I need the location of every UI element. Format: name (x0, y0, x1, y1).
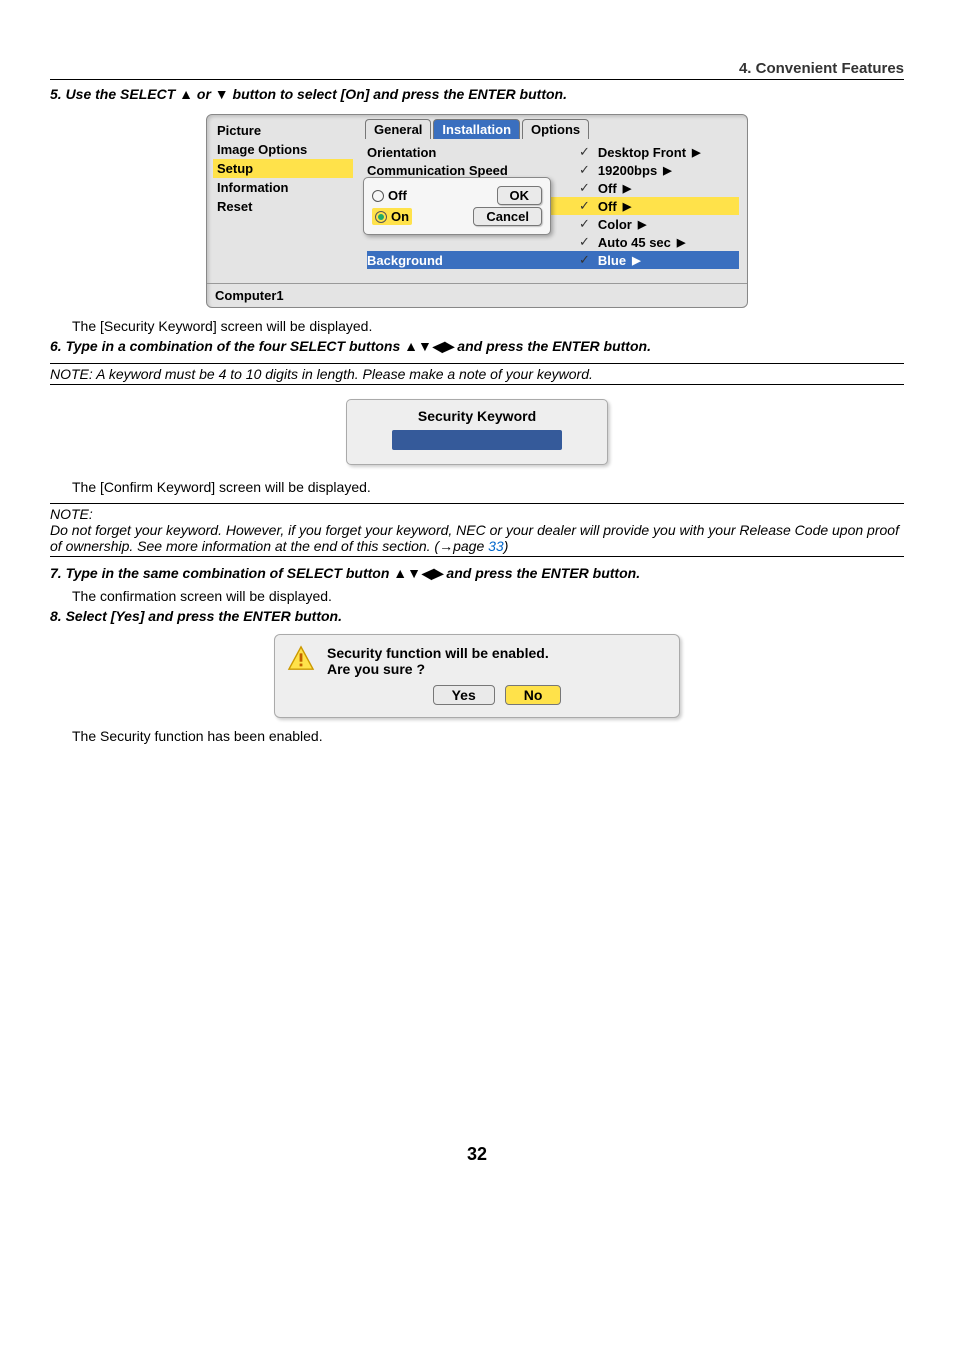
body-text: The Security function has been enabled. (72, 728, 904, 744)
confirm-dialog: Security function will be enabled. Are y… (274, 634, 680, 718)
note-label: NOTE: (50, 506, 93, 522)
on-off-dialog: Off OK On Cancel (363, 177, 551, 235)
chevron-right-icon: ▶ (623, 182, 631, 195)
chevron-right-icon: ▶ (638, 218, 646, 231)
note-text: ) (504, 538, 509, 554)
tab-options[interactable]: Options (522, 119, 589, 139)
row-key: Orientation (367, 145, 436, 160)
menu-row[interactable]: Auto 45 sec ▶ (367, 233, 739, 251)
page-number: 32 (50, 1144, 904, 1165)
confirm-line2: Are you sure ? (327, 661, 667, 677)
confirm-line1: Security function will be enabled. (327, 645, 667, 661)
row-value: Off (598, 181, 617, 196)
note-block: NOTE: Do not forget your keyword. Howeve… (50, 503, 904, 557)
chevron-right-icon: ▶ (663, 164, 671, 177)
page-link[interactable]: 33 (488, 538, 504, 554)
check-icon (579, 234, 592, 250)
body-text: The [Security Keyword] screen will be di… (72, 318, 904, 334)
row-value: Color (598, 217, 632, 232)
radio-on[interactable]: On (372, 208, 412, 225)
sidebar-item[interactable]: Information (213, 178, 353, 197)
radio-off[interactable]: Off (372, 188, 407, 203)
row-value: Desktop Front (598, 145, 686, 160)
sidebar-item[interactable]: Reset (213, 197, 353, 216)
cancel-button[interactable]: Cancel (473, 207, 542, 226)
step-6: 6. Type in a combination of the four SEL… (50, 338, 904, 355)
check-icon (579, 216, 592, 232)
check-icon (579, 252, 592, 268)
body-text: The [Confirm Keyword] screen will be dis… (72, 479, 904, 495)
chevron-right-icon: ▶ (623, 200, 631, 213)
keyword-field[interactable] (392, 430, 562, 450)
step-5: 5. Use the SELECT ▲ or ▼ button to selec… (50, 86, 904, 102)
menu-row[interactable]: Orientation Desktop Front ▶ (367, 143, 739, 161)
row-value: 19200bps (598, 163, 657, 178)
tab-installation[interactable]: Installation (433, 119, 520, 139)
no-button[interactable]: No (505, 685, 562, 705)
radio-icon (375, 211, 387, 223)
radio-icon (372, 190, 384, 202)
keyword-dialog: Security Keyword (346, 399, 608, 465)
sidebar-item-selected[interactable]: Setup (213, 159, 353, 178)
section-header: 4. Convenient Features (50, 60, 904, 80)
yes-button[interactable]: Yes (433, 685, 495, 705)
body-text: The confirmation screen will be displaye… (72, 588, 904, 604)
check-icon (579, 144, 592, 160)
step-7: 7. Type in the same combination of SELEC… (50, 565, 904, 582)
dialog-title: Security Keyword (357, 408, 597, 424)
tab-row: General Installation Options (359, 115, 747, 139)
tab-general[interactable]: General (365, 119, 431, 139)
menu-sidebar: Picture Image Options Setup Information … (207, 115, 359, 283)
radio-label: Off (388, 188, 407, 203)
row-key: Background (367, 253, 443, 268)
note-block: NOTE: A keyword must be 4 to 10 digits i… (50, 363, 904, 385)
chevron-right-icon: ▶ (677, 236, 685, 249)
sidebar-item[interactable]: Picture (213, 121, 353, 140)
note-text: Do not forget your keyword. However, if … (50, 522, 899, 554)
menu-row-selected[interactable]: Background Blue ▶ (367, 251, 739, 269)
check-icon (579, 198, 592, 214)
check-icon (579, 180, 592, 196)
row-value: Auto 45 sec (598, 235, 671, 250)
row-value: Blue (598, 253, 626, 268)
chevron-right-icon: ▶ (632, 254, 640, 267)
step-8: 8. Select [Yes] and press the ENTER butt… (50, 608, 904, 624)
warning-icon (287, 645, 315, 671)
ok-button[interactable]: OK (497, 186, 543, 205)
row-key: Communication Speed (367, 163, 508, 178)
radio-label: On (391, 209, 409, 224)
menu-footer: Computer1 (207, 283, 747, 307)
sidebar-item[interactable]: Image Options (213, 140, 353, 159)
chevron-right-icon: ▶ (692, 146, 700, 159)
check-icon (579, 162, 592, 178)
row-value: Off (598, 199, 617, 214)
projector-menu: Picture Image Options Setup Information … (206, 114, 748, 308)
